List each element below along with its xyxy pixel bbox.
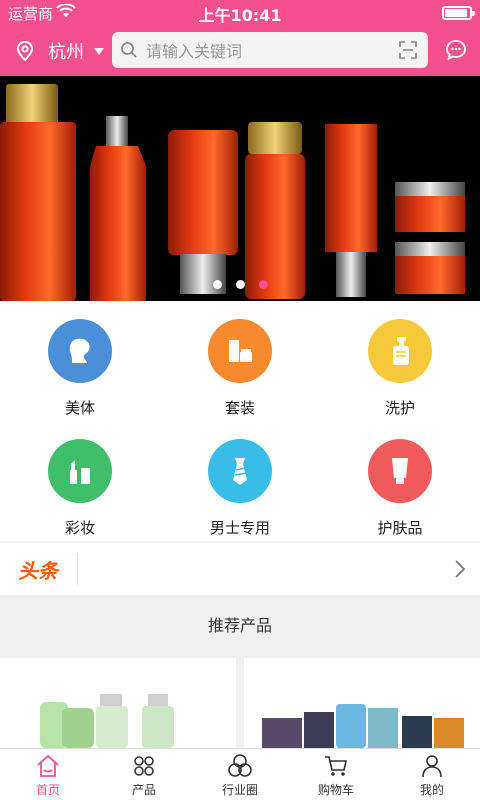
- product-image: [40, 694, 174, 748]
- tie-icon: [233, 458, 247, 485]
- circles-icon: [228, 754, 252, 777]
- location-pin-icon: [16, 40, 34, 62]
- category-label: 彩妆: [64, 519, 95, 537]
- home-icon: [37, 754, 59, 777]
- section-title: 推荐产品: [207, 616, 272, 635]
- grid-icon: [134, 756, 154, 776]
- set-icon: [229, 340, 252, 362]
- tab-label: 产品: [131, 783, 156, 797]
- status-bar: 运营商 上午10:41: [0, 0, 480, 26]
- promo-banner[interactable]: [0, 76, 480, 301]
- scan-icon[interactable]: [398, 40, 418, 60]
- category-label: 美体: [64, 399, 95, 417]
- search-icon: [121, 42, 137, 58]
- carousel-indicator: [0, 280, 480, 289]
- product-card[interactable]: [244, 658, 480, 748]
- category-label: 套装: [224, 399, 255, 417]
- bottle-icon: [393, 337, 409, 365]
- tab-home[interactable]: 首页: [0, 749, 96, 800]
- clock: 上午10:41: [198, 6, 282, 25]
- category-label: 洗护: [384, 399, 415, 417]
- carousel-dot[interactable]: [258, 280, 268, 289]
- carousel-dot[interactable]: [212, 280, 222, 289]
- product-card[interactable]: [0, 658, 236, 748]
- chevron-down-icon: [94, 47, 104, 55]
- tab-cart[interactable]: 购物车: [288, 749, 384, 800]
- product-image: [262, 704, 464, 748]
- category-set[interactable]: 套装: [160, 301, 320, 421]
- tab-profile[interactable]: 我的: [384, 749, 480, 800]
- top-header: 运营商 上午10:41 杭州 请输入关键词: [0, 0, 480, 76]
- divider: [77, 553, 78, 585]
- tab-label: 行业圈: [221, 783, 258, 797]
- cart-icon: [325, 756, 347, 776]
- category-label: 护肤品: [377, 519, 423, 537]
- carousel-dot[interactable]: [235, 280, 245, 289]
- category-circle: [48, 439, 112, 503]
- category-wash[interactable]: 洗护: [320, 301, 480, 421]
- category-circle: [208, 319, 272, 383]
- message-icon[interactable]: [444, 38, 468, 62]
- tab-label: 我的: [419, 783, 444, 797]
- headline-logo: 头条: [18, 559, 58, 583]
- category-grid: 美体 套装 洗护 彩妆 男士专用 护肤品: [0, 301, 480, 541]
- tab-label: 购物车: [317, 783, 354, 797]
- category-body[interactable]: 美体: [0, 301, 160, 421]
- tab-industry[interactable]: 行业圈: [192, 749, 288, 800]
- chevron-right-icon[interactable]: [454, 559, 466, 579]
- category-label: 男士专用: [209, 519, 270, 537]
- city-label: 杭州: [48, 42, 84, 63]
- category-circle: [368, 319, 432, 383]
- lipstick-icon: [70, 460, 90, 484]
- tab-products[interactable]: 产品: [96, 749, 192, 800]
- location-selector[interactable]: 杭州: [14, 34, 104, 68]
- category-circle: [208, 439, 272, 503]
- search-input[interactable]: 请输入关键词: [146, 38, 398, 62]
- search-bar[interactable]: 请输入关键词: [112, 32, 428, 68]
- category-makeup[interactable]: 彩妆: [0, 421, 160, 541]
- category-men[interactable]: 男士专用: [160, 421, 320, 541]
- category-circle: [48, 319, 112, 383]
- tab-label: 首页: [35, 783, 60, 797]
- tube-icon: [392, 458, 408, 484]
- headline-bar[interactable]: 头条: [0, 543, 480, 595]
- body-icon: [69, 338, 90, 363]
- category-circle: [368, 439, 432, 503]
- product-banner-image: [0, 84, 465, 301]
- user-icon: [422, 755, 442, 778]
- bottom-tab-bar: 首页 产品 行业圈 购物车 我的: [0, 748, 480, 800]
- battery-icon: [442, 6, 475, 20]
- category-skincare[interactable]: 护肤品: [320, 421, 480, 541]
